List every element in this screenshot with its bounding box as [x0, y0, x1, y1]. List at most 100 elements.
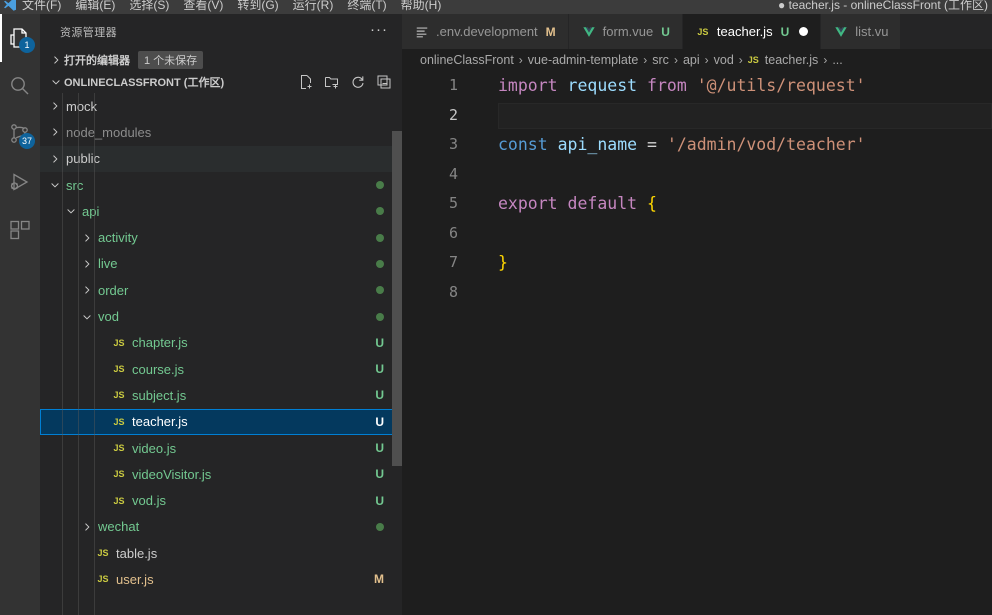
- chevron-down-icon: [48, 76, 64, 88]
- breadcrumb-segment[interactable]: vod: [714, 53, 734, 67]
- tree-row-label: teacher.js: [132, 414, 188, 430]
- activity-search[interactable]: [0, 62, 40, 110]
- js-file-icon: JS: [113, 390, 125, 401]
- breadcrumb-separator-icon: ›: [518, 53, 523, 67]
- new-file-icon[interactable]: [298, 74, 314, 90]
- breadcrumb[interactable]: onlineClassFront › vue-admin-template › src ›…: [402, 49, 992, 71]
- chevron-right-icon: [48, 153, 62, 165]
- vue-icon: [581, 25, 597, 39]
- code-line-content[interactable]: }: [498, 248, 992, 278]
- new-folder-icon[interactable]: [324, 74, 340, 90]
- indent-guide: [78, 93, 79, 615]
- code-line-content[interactable]: export default {: [498, 189, 992, 219]
- git-status-dot-icon: [376, 286, 384, 295]
- chevron-right-icon: [80, 258, 94, 270]
- current-line-highlight: [498, 102, 992, 129]
- menu-item-1[interactable]: 编辑(E): [75, 0, 115, 14]
- editor-tab[interactable]: JS teacher.js U: [682, 14, 822, 49]
- breadcrumb-segment[interactable]: vue-admin-template: [528, 53, 638, 67]
- editor-tab[interactable]: .env.development M: [402, 14, 569, 49]
- tree-row-label: live: [98, 256, 118, 272]
- file-tree[interactable]: mock node_modules public src api activity live…: [40, 93, 402, 615]
- code-line[interactable]: 8: [402, 278, 992, 308]
- code-line[interactable]: 3 const api_name = '/admin/vod/teacher': [402, 130, 992, 160]
- chevron-right-icon: [48, 100, 62, 112]
- js-file-icon: JS: [97, 574, 109, 585]
- activity-explorer[interactable]: 1: [0, 14, 40, 62]
- js-file-icon: JS: [747, 55, 759, 65]
- git-status-dot-icon: [376, 259, 384, 268]
- dirty-indicator-icon[interactable]: [799, 27, 809, 36]
- code-line-content[interactable]: import request from '@/utils/request': [498, 71, 992, 101]
- refresh-icon[interactable]: [350, 74, 366, 90]
- code-line[interactable]: 4: [402, 160, 992, 190]
- tree-row-label: wechat: [98, 519, 140, 535]
- menu-item-3[interactable]: 查看(V): [183, 0, 223, 14]
- menu-item-6[interactable]: 终端(T): [347, 0, 386, 14]
- breadcrumb-segment[interactable]: teacher.js: [765, 53, 819, 67]
- workspace-actions[interactable]: [298, 74, 392, 90]
- chevron-right-icon: [80, 284, 94, 296]
- code-token: import: [498, 76, 558, 95]
- indent-guide: [62, 93, 63, 615]
- menu-item-5[interactable]: 运行(R): [293, 0, 334, 14]
- code-token: '/admin/vod/teacher': [666, 135, 866, 154]
- editor-tab-git-state: U: [780, 24, 790, 39]
- menu-bar[interactable]: 文件(F) 编辑(E) 选择(S) 查看(V) 转到(G) 运行(R) 终端(T) 帮助(H): [22, 0, 441, 14]
- code-line[interactable]: 7}: [402, 248, 992, 278]
- breadcrumb-segment[interactable]: api: [683, 53, 700, 67]
- line-number: 6: [448, 223, 458, 242]
- breadcrumb-segment[interactable]: ...: [832, 53, 842, 67]
- code-line[interactable]: 1 import request from '@/utils/request': [402, 71, 992, 101]
- search-icon: [8, 74, 32, 98]
- menu-item-4[interactable]: 转到(G): [237, 0, 278, 14]
- extensions-icon: [8, 218, 32, 242]
- line-number: 2: [448, 105, 458, 124]
- code-line[interactable]: 6: [402, 219, 992, 249]
- git-status-dot-icon: [376, 522, 384, 531]
- editor-tab[interactable]: list.vu: [821, 14, 902, 49]
- more-actions-icon[interactable]: ···: [370, 22, 388, 38]
- activity-extensions[interactable]: [0, 206, 40, 254]
- git-status-badge: U: [375, 414, 384, 429]
- section-workspace[interactable]: ONLINECLASSFRONT (工作区): [40, 71, 402, 93]
- explorer-sidebar: 资源管理器 ··· 打开的编辑器 1 个未保存 ONLINECLASSFRONT…: [40, 14, 402, 615]
- line-number: 8: [448, 282, 458, 301]
- code-line[interactable]: 2: [402, 101, 992, 131]
- code-editor[interactable]: 1 import request from '@/utils/request' 2 3…: [402, 71, 992, 615]
- git-status-badge: U: [375, 467, 384, 482]
- open-editors-label: 打开的编辑器: [64, 55, 130, 67]
- code-token: request: [567, 76, 638, 95]
- menu-item-7[interactable]: 帮助(H): [401, 0, 442, 14]
- title-bar: 文件(F) 编辑(E) 选择(S) 查看(V) 转到(G) 运行(R) 终端(T) 帮助(H)…: [0, 0, 992, 14]
- run-debug-icon: [8, 170, 32, 194]
- activity-badge: 1: [19, 37, 35, 53]
- editor-tab[interactable]: form.vue U: [568, 14, 683, 49]
- line-number: 4: [448, 164, 458, 183]
- workspace-label: ONLINECLASSFRONT (工作区): [64, 77, 225, 89]
- editor-tab-bar[interactable]: .env.development Mform.vue U JS teacher.js Ul…: [402, 14, 992, 49]
- menu-item-0[interactable]: 文件(F): [22, 0, 61, 14]
- git-status-badge: U: [375, 362, 384, 377]
- chevron-right-icon: [48, 54, 64, 66]
- activity-bar[interactable]: 1 37: [0, 14, 40, 615]
- git-status-dot-icon: [376, 233, 384, 242]
- editor-tab-git-state: M: [545, 24, 556, 39]
- code-token: default: [567, 194, 638, 213]
- section-open-editors[interactable]: 打开的编辑器 1 个未保存: [40, 49, 402, 71]
- activity-run-and-debug[interactable]: [0, 158, 40, 206]
- chevron-right-icon: [80, 232, 94, 244]
- vscode-logo-icon: [4, 0, 16, 11]
- collapse-all-icon[interactable]: [376, 74, 392, 90]
- menu-item-2[interactable]: 选择(S): [129, 0, 169, 14]
- git-status-dot-icon: [376, 181, 384, 190]
- tree-row-label: src: [66, 177, 84, 193]
- activity-source-control[interactable]: 37: [0, 110, 40, 158]
- sidebar-scrollbar[interactable]: [392, 131, 402, 466]
- activity-badge: 37: [18, 133, 35, 149]
- code-line-content[interactable]: const api_name = '/admin/vod/teacher': [498, 130, 992, 160]
- code-line[interactable]: 5 export default {: [402, 189, 992, 219]
- breadcrumb-segment[interactable]: onlineClassFront: [420, 53, 514, 67]
- breadcrumb-segment[interactable]: src: [652, 53, 669, 67]
